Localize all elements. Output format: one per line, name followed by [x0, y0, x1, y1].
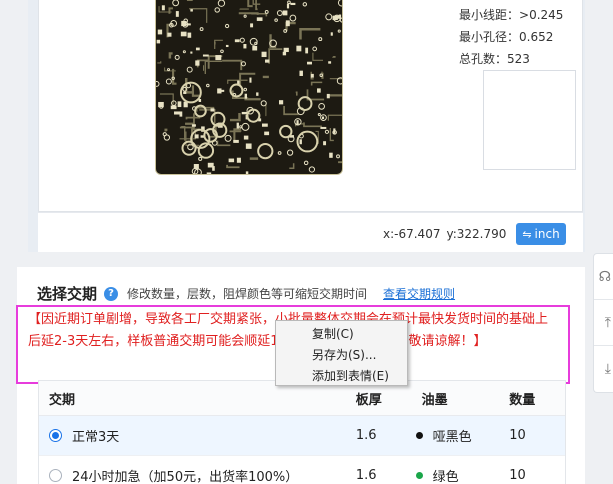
headset-icon[interactable]: ☊: [594, 254, 613, 300]
stat-total-holes: 总孔数： 523: [459, 52, 530, 66]
row-ink: 绿色: [432, 470, 459, 484]
header-thickness: 板厚: [355, 392, 382, 408]
stat-min-hole-diameter: 最小孔径： 0.652: [459, 30, 554, 44]
header-ink: 油墨: [421, 392, 448, 408]
menu-item-copy[interactable]: 复制(C): [276, 323, 407, 344]
radio-selected[interactable]: [49, 429, 62, 442]
cursor-coordinates: x:-67.407 y:322.790: [383, 227, 512, 241]
delivery-header: 选择交期 ? 修改数量，层数，阻焊颜色等可缩短交期时间 查看交期规则: [37, 283, 455, 304]
ink-color-dot: [415, 432, 423, 439]
swap-arrows-icon: ⇋: [522, 227, 532, 241]
ink-color-dot: [415, 472, 423, 479]
context-menu: 复制(C) 另存为(S)... 添加到表情(E): [275, 320, 408, 386]
header-quantity: 数量: [509, 392, 536, 408]
table-row[interactable]: 正常3天 1.6 哑黑色 10: [39, 416, 565, 456]
pcb-viewer-panel: 最小线距： >0.245 最小孔径： 0.652 总孔数： 523: [38, 0, 583, 212]
menu-item-add-to-stickers[interactable]: 添加到表情(E): [276, 365, 407, 386]
page: 最小线距： >0.245 最小孔径： 0.652 总孔数： 523 x:-67.407…: [0, 0, 613, 484]
back-to-top-icon[interactable]: ⤒: [594, 300, 613, 346]
delivery-option-label: 正常3天: [72, 430, 120, 445]
row-thickness: 1.6: [355, 468, 377, 483]
help-icon[interactable]: ?: [104, 286, 119, 301]
row-quantity: 10: [509, 468, 526, 483]
delivery-option-label: 24小时加急（加50元，出货率100%）: [72, 470, 299, 484]
stat-min-line-spacing: 最小线距： >0.245: [459, 8, 564, 22]
delivery-table: 交期 板厚 油墨 数量 正常3天 1.6 哑黑色 10 24小时加急（加50元，…: [38, 380, 566, 484]
pcb-stats: 最小线距： >0.245 最小孔径： 0.652 总孔数： 523: [459, 4, 563, 70]
table-row[interactable]: 24小时加急（加50元，出货率100%） 1.6 绿色 10: [39, 456, 565, 484]
section-hint: 修改数量，层数，阻焊颜色等可缩短交期时间: [127, 287, 368, 301]
coord-y: y:322.790: [446, 227, 507, 241]
header-delivery: 交期: [49, 392, 76, 408]
delivery-rules-link[interactable]: 查看交期规则: [383, 285, 455, 302]
row-quantity: 10: [509, 428, 526, 443]
collapse-icon[interactable]: ⤓: [594, 346, 613, 392]
menu-item-save-as[interactable]: 另存为(S)...: [276, 344, 407, 365]
pcb-preview-image: [155, 0, 343, 175]
radio-unselected[interactable]: [49, 469, 62, 482]
table-header: 交期 板厚 油墨 数量: [39, 381, 565, 416]
layer-preview-box[interactable]: [483, 70, 576, 170]
unit-toggle-button[interactable]: ⇋ inch: [516, 223, 566, 245]
floating-toolbar: ☊ ⤒ ⤓: [593, 253, 613, 393]
section-title: 选择交期: [37, 285, 98, 303]
coord-x: x:-67.407: [383, 227, 441, 241]
unit-toggle-label: inch: [534, 227, 560, 241]
coordinate-bar: x:-67.407 y:322.790 ⇋ inch: [38, 212, 583, 252]
pcb-viewer-card: 最小线距： >0.245 最小孔径： 0.652 总孔数： 523 x:-67.407…: [28, 0, 585, 252]
row-ink: 哑黑色: [432, 430, 472, 445]
row-thickness: 1.6: [355, 428, 377, 443]
